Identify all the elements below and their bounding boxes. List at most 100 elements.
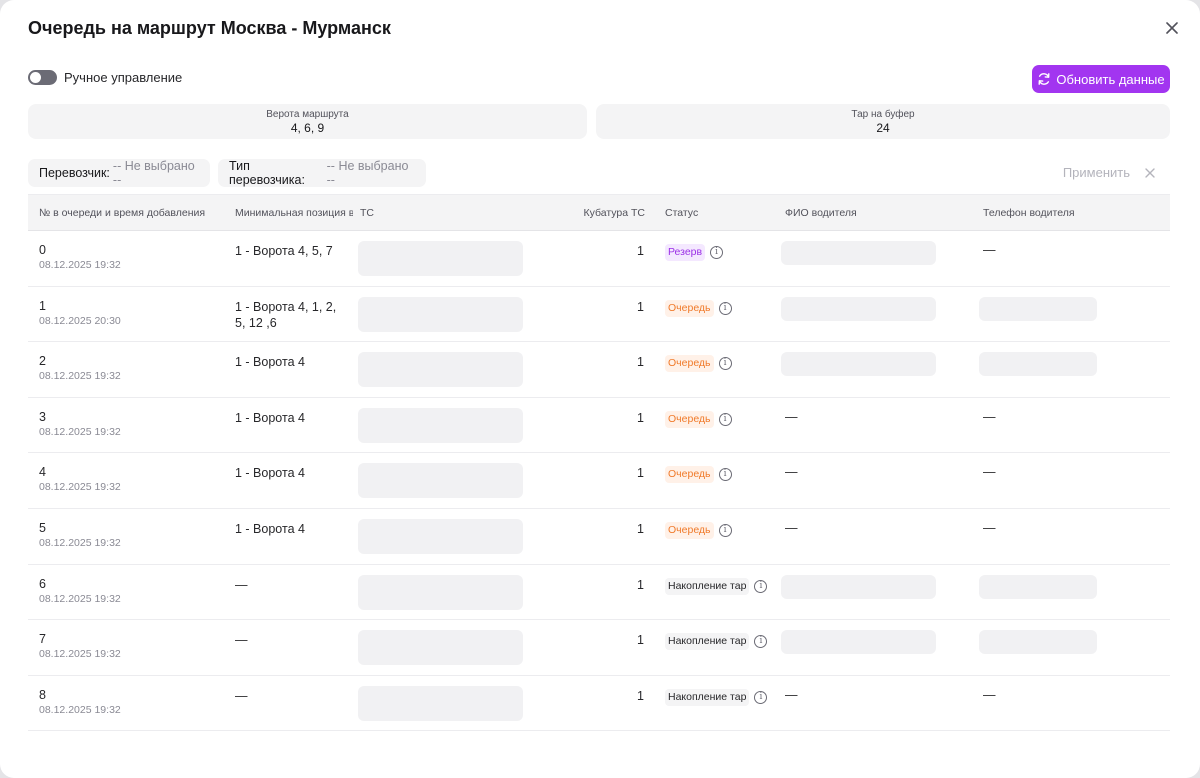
info-icon[interactable]: i	[754, 579, 768, 593]
status-cell: Очередь i	[665, 299, 732, 317]
carrier-type-filter-label: Тип перевозчика:	[229, 159, 305, 187]
table-row[interactable]: 6 08.12.2025 19:32 — 1 Накопление тар i	[28, 565, 1170, 621]
driver-name-placeholder[interactable]	[781, 352, 936, 377]
info-icon[interactable]: i	[710, 246, 724, 259]
driver-phone-placeholder[interactable]	[979, 352, 1097, 377]
driver-name-placeholder[interactable]	[781, 630, 936, 655]
min-position-cell: —	[235, 632, 350, 648]
carrier-type-filter-value: -- Не выбрано --	[326, 159, 409, 187]
driver-phone-placeholder[interactable]	[979, 574, 1097, 599]
added-date: 08.12.2025 19:32	[39, 370, 121, 383]
queue-number: 0	[39, 243, 46, 257]
table-row[interactable]: 5 08.12.2025 19:32 1 - Ворота 4 1 Очередь i — —	[28, 509, 1170, 565]
carrier-filter[interactable]: Перевозчик: -- Не выбрано --	[28, 159, 210, 187]
driver-phone-placeholder[interactable]	[979, 296, 1097, 321]
table-body: 0 08.12.2025 19:32 1 - Ворота 4, 5, 7 1 Резе…	[28, 231, 1170, 732]
buffer-box: Тар на буфер 24	[596, 104, 1170, 139]
driver-name-placeholder[interactable]	[781, 241, 936, 265]
queue-number-cell: 2 08.12.2025 19:32	[39, 354, 121, 383]
vehicle-volume: 1	[637, 466, 644, 481]
queue-number: 2	[39, 354, 46, 369]
vehicle-placeholder[interactable]	[358, 685, 523, 721]
table-header: № в очереди и время добавления Минимальн…	[28, 194, 1170, 231]
table-row[interactable]: 3 08.12.2025 19:32 1 - Ворота 4 1 Очередь i — —	[28, 398, 1170, 454]
manual-control-toggle[interactable]	[28, 70, 57, 85]
min-position-cell: 1 - Ворота 4	[235, 410, 350, 426]
added-date: 08.12.2025 19:32	[39, 481, 121, 494]
vehicle-volume: 1	[637, 355, 644, 370]
vehicle-placeholder[interactable]	[358, 352, 523, 388]
buffer-value: 24	[876, 120, 890, 135]
status-cell: Очередь i	[665, 466, 732, 484]
table-row[interactable]: 2 08.12.2025 19:32 1 - Ворота 4 1 Очередь i	[28, 342, 1170, 398]
vehicle-volume: 1	[637, 410, 644, 425]
min-position-cell: 1 - Ворота 4, 5, 7	[235, 243, 350, 259]
vehicle-volume: 1	[637, 299, 644, 314]
refresh-data-button[interactable]: Обновить данные	[1032, 65, 1170, 93]
table-row[interactable]: 4 08.12.2025 19:32 1 - Ворота 4 1 Очередь i — —	[28, 453, 1170, 509]
driver-name-placeholder[interactable]	[781, 574, 936, 599]
info-icon[interactable]: i	[754, 690, 768, 704]
table-row[interactable]: 0 08.12.2025 19:32 1 - Ворота 4, 5, 7 1 Резе…	[28, 231, 1170, 287]
min-position-line: 1 - Ворота 4, 5, 7	[235, 244, 333, 258]
vehicle-placeholder[interactable]	[358, 241, 523, 276]
min-position-line: 1 - Ворота 4	[235, 355, 305, 370]
min-position-line: 1 - Ворота 4	[235, 410, 305, 425]
refresh-data-label: Обновить данные	[1056, 71, 1165, 87]
vehicle-volume: 1	[637, 633, 644, 648]
apply-button[interactable]: Применить	[1063, 165, 1130, 180]
col-driver-phone: Телефон водителя	[983, 207, 1075, 219]
queue-number: 5	[39, 520, 46, 535]
driver-phone-empty: —	[983, 465, 996, 480]
queue-number: 6	[39, 576, 46, 591]
status-badge: Накопление тар	[665, 577, 750, 595]
info-icon[interactable]: i	[718, 468, 732, 482]
col-vehicle: ТС	[360, 207, 374, 219]
info-icon[interactable]: i	[718, 357, 732, 371]
vehicle-placeholder[interactable]	[358, 296, 523, 332]
min-position-line: 1 - Ворота 4	[235, 521, 305, 536]
vehicle-placeholder[interactable]	[358, 574, 523, 610]
vehicle-volume: 1	[637, 244, 644, 258]
added-date: 08.12.2025 19:32	[39, 259, 121, 271]
queue-number-cell: 7 08.12.2025 19:32	[39, 632, 121, 661]
info-icon[interactable]: i	[718, 523, 732, 537]
carrier-type-filter[interactable]: Тип перевозчика: -- Не выбрано --	[218, 159, 426, 187]
status-badge: Очередь	[665, 466, 714, 484]
close-icon	[1166, 22, 1178, 34]
col-vehicle-volume: Кубатура ТС	[583, 207, 645, 219]
info-icon[interactable]: i	[718, 412, 732, 426]
status-cell: Накопление тар i	[665, 633, 768, 651]
status-cell: Накопление тар i	[665, 688, 768, 706]
driver-phone-placeholder[interactable]	[979, 630, 1097, 655]
info-icon[interactable]: i	[754, 635, 768, 649]
vehicle-placeholder[interactable]	[358, 407, 523, 443]
added-date: 08.12.2025 19:32	[39, 648, 121, 661]
close-button[interactable]	[1162, 18, 1182, 38]
vehicle-volume: 1	[637, 577, 644, 592]
reset-filters-button[interactable]	[1142, 165, 1158, 181]
min-position-line: 1 - Ворота 4	[235, 466, 305, 481]
queue-number: 1	[39, 298, 46, 313]
vehicle-placeholder[interactable]	[358, 630, 523, 666]
table-row[interactable]: 8 08.12.2025 19:32 — 1 Накопление тар i — —	[28, 676, 1170, 732]
added-date: 08.12.2025 19:32	[39, 425, 121, 438]
driver-phone-empty: —	[983, 243, 996, 257]
route-gates-box: Верота маршрута 4, 6, 9	[28, 104, 587, 139]
vehicle-placeholder[interactable]	[358, 463, 523, 499]
col-queue-number: № в очереди и время добавления	[39, 207, 206, 219]
table-row[interactable]: 1 08.12.2025 20:30 1 - Ворота 4, 1, 2, 5, 1…	[28, 287, 1170, 343]
vehicle-placeholder[interactable]	[358, 518, 523, 554]
info-icon[interactable]: i	[718, 301, 732, 315]
min-position-cell: 1 - Ворота 4	[235, 465, 350, 481]
vehicle-volume: 1	[637, 521, 644, 536]
status-cell: Очередь i	[665, 521, 732, 539]
queue-number-cell: 6 08.12.2025 19:32	[39, 577, 121, 606]
added-date: 08.12.2025 19:32	[39, 703, 121, 716]
driver-name-placeholder[interactable]	[781, 296, 936, 321]
driver-phone-empty: —	[983, 409, 996, 424]
driver-phone-empty: —	[983, 520, 996, 535]
buffer-label: Тар на буфер	[851, 108, 915, 120]
queue-number: 8	[39, 687, 46, 702]
table-row[interactable]: 7 08.12.2025 19:32 — 1 Накопление тар i	[28, 620, 1170, 676]
